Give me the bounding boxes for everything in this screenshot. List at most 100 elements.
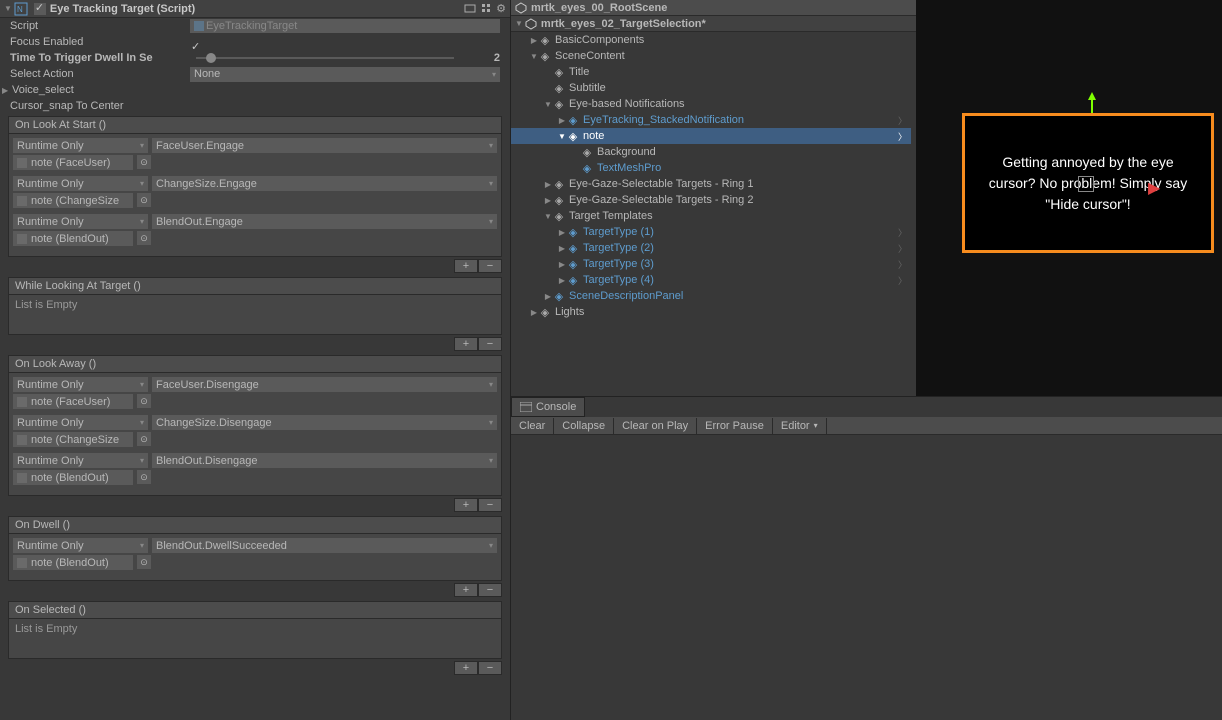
runtime-mode-dropdown[interactable]: Runtime Only [13, 138, 148, 153]
hierarchy-item-lights[interactable]: ▶ ◈ Lights [511, 304, 911, 320]
object-picker-icon[interactable]: ⊙ [137, 470, 151, 484]
prefab-icon: ◈ [567, 258, 579, 270]
object-picker-icon[interactable]: ⊙ [137, 394, 151, 408]
function-dropdown[interactable]: BlendOut.Disengage [152, 453, 497, 468]
hierarchy-item-ring2[interactable]: ▶ ◈ Eye-Gaze-Selectable Targets - Ring 2 [511, 192, 911, 208]
component-enabled-checkbox[interactable] [34, 3, 46, 15]
function-dropdown[interactable]: BlendOut.DwellSucceeded [152, 538, 497, 553]
editor-dropdown[interactable]: Editor▾ [773, 418, 827, 434]
add-event-button[interactable]: + [454, 259, 478, 273]
foldout-arrow-icon[interactable]: ▶ [543, 196, 553, 205]
dwell-value[interactable]: 2 [460, 52, 500, 64]
add-event-button[interactable]: + [454, 337, 478, 351]
foldout-arrow-icon[interactable]: ▶ [529, 308, 539, 317]
remove-event-button[interactable]: − [478, 661, 502, 675]
foldout-arrow-icon[interactable]: ▼ [543, 100, 553, 109]
foldout-arrow-icon[interactable]: ▶ [557, 228, 567, 237]
select-action-dropdown[interactable]: None [190, 67, 500, 82]
runtime-mode-dropdown[interactable]: Runtime Only [13, 377, 148, 392]
chevron-right-icon[interactable]: 〉 [898, 226, 907, 239]
slider-thumb[interactable] [206, 53, 216, 63]
foldout-arrow-icon[interactable]: ▼ [543, 212, 553, 221]
foldout-arrow-icon[interactable]: ▶ [543, 180, 553, 189]
clear-on-play-button[interactable]: Clear on Play [614, 418, 697, 434]
remove-event-button[interactable]: − [478, 337, 502, 351]
hierarchy-item-title[interactable]: ◈ Title [511, 64, 911, 80]
gear-icon[interactable]: ⚙ [496, 2, 506, 15]
hierarchy-item-scenecontent[interactable]: ▼ ◈ SceneContent [511, 48, 911, 64]
preset-icon[interactable] [480, 2, 492, 15]
foldout-arrow-icon[interactable]: ▶ [557, 260, 567, 269]
hierarchy-item-basic[interactable]: ▶ ◈ BasicComponents [511, 32, 911, 48]
hierarchy-item-t4[interactable]: ▶ ◈ TargetType (4) 〉 [511, 272, 911, 288]
foldout-arrow-icon[interactable]: ▶ [557, 116, 567, 125]
hierarchy-item-scenedesc[interactable]: ▶ ◈ SceneDescriptionPanel [511, 288, 911, 304]
chevron-right-icon[interactable]: 〉 [898, 130, 907, 143]
foldout-arrow-icon[interactable]: ▶ [529, 36, 539, 45]
object-picker-icon[interactable]: ⊙ [137, 231, 151, 245]
add-event-button[interactable]: + [454, 498, 478, 512]
function-dropdown[interactable]: FaceUser.Disengage [152, 377, 497, 392]
object-reference[interactable]: note (BlendOut) [13, 231, 133, 246]
script-reference[interactable]: EyeTrackingTarget [190, 19, 500, 33]
chevron-right-icon[interactable]: 〉 [898, 258, 907, 271]
event-header: On Selected () [8, 601, 502, 619]
runtime-mode-dropdown[interactable]: Runtime Only [13, 453, 148, 468]
function-dropdown[interactable]: ChangeSize.Engage [152, 176, 497, 191]
hierarchy-item-t1[interactable]: ▶ ◈ TargetType (1) 〉 [511, 224, 911, 240]
runtime-mode-dropdown[interactable]: Runtime Only [13, 415, 148, 430]
error-pause-button[interactable]: Error Pause [697, 418, 773, 434]
object-picker-icon[interactable]: ⊙ [137, 555, 151, 569]
object-reference[interactable]: note (BlendOut) [13, 470, 133, 485]
scene-name: mrtk_eyes_02_TargetSelection* [541, 18, 706, 30]
hierarchy-item-eyenotif[interactable]: ▼ ◈ Eye-based Notifications [511, 96, 911, 112]
object-picker-icon[interactable]: ⊙ [137, 432, 151, 446]
runtime-mode-dropdown[interactable]: Runtime Only [13, 538, 148, 553]
dwell-slider[interactable] [196, 57, 454, 59]
voice-select-foldout[interactable]: ▶ Voice_select [0, 82, 510, 98]
hierarchy-item-templates[interactable]: ▼ ◈ Target Templates [511, 208, 911, 224]
object-reference[interactable]: note (BlendOut) [13, 555, 133, 570]
hierarchy-item-ring1[interactable]: ▶ ◈ Eye-Gaze-Selectable Targets - Ring 1 [511, 176, 911, 192]
hierarchy-item-t2[interactable]: ▶ ◈ TargetType (2) 〉 [511, 240, 911, 256]
foldout-arrow-icon[interactable]: ▶ [543, 292, 553, 301]
remove-event-button[interactable]: − [478, 498, 502, 512]
foldout-arrow-icon[interactable]: ▼ [4, 4, 12, 13]
runtime-mode-dropdown[interactable]: Runtime Only [13, 214, 148, 229]
object-picker-icon[interactable]: ⊙ [137, 193, 151, 207]
hierarchy-item-t3[interactable]: ▶ ◈ TargetType (3) 〉 [511, 256, 911, 272]
object-reference[interactable]: note (ChangeSize [13, 432, 133, 447]
object-picker-icon[interactable]: ⊙ [137, 155, 151, 169]
scene-view[interactable]: Getting annoyed by the eye cursor? No pr… [916, 0, 1222, 396]
hierarchy-item-background[interactable]: ◈ Background [511, 144, 911, 160]
chevron-right-icon[interactable]: 〉 [898, 242, 907, 255]
runtime-mode-dropdown[interactable]: Runtime Only [13, 176, 148, 191]
add-event-button[interactable]: + [454, 661, 478, 675]
add-event-button[interactable]: + [454, 583, 478, 597]
object-reference[interactable]: note (FaceUser) [13, 394, 133, 409]
foldout-arrow-icon[interactable]: ▼ [557, 132, 567, 141]
component-header[interactable]: ▼ N Eye Tracking Target (Script) ⚙ [0, 0, 510, 18]
function-dropdown[interactable]: FaceUser.Engage [152, 138, 497, 153]
remove-event-button[interactable]: − [478, 583, 502, 597]
object-reference[interactable]: note (ChangeSize [13, 193, 133, 208]
foldout-arrow-icon[interactable]: ▶ [557, 244, 567, 253]
function-dropdown[interactable]: ChangeSize.Disengage [152, 415, 497, 430]
collapse-button[interactable]: Collapse [554, 418, 614, 434]
object-reference[interactable]: note (FaceUser) [13, 155, 133, 170]
foldout-arrow-icon[interactable]: ▶ [2, 86, 12, 95]
foldout-arrow-icon[interactable]: ▼ [529, 52, 539, 61]
hierarchy-item-textmesh[interactable]: ◈ TextMeshPro [511, 160, 911, 176]
reference-icon[interactable] [464, 2, 476, 15]
hierarchy-item-stacked[interactable]: ▶ ◈ EyeTracking_StackedNotification 〉 [511, 112, 911, 128]
clear-button[interactable]: Clear [511, 418, 554, 434]
remove-event-button[interactable]: − [478, 259, 502, 273]
chevron-right-icon[interactable]: 〉 [898, 114, 907, 127]
foldout-arrow-icon[interactable]: ▶ [557, 276, 567, 285]
foldout-arrow-icon[interactable]: ▼ [515, 19, 523, 28]
hierarchy-item-note[interactable]: ▼ ◈ note 〉 [511, 128, 911, 144]
console-tab[interactable]: Console [511, 397, 585, 417]
function-dropdown[interactable]: BlendOut.Engage [152, 214, 497, 229]
hierarchy-item-subtitle[interactable]: ◈ Subtitle [511, 80, 911, 96]
chevron-right-icon[interactable]: 〉 [898, 274, 907, 287]
